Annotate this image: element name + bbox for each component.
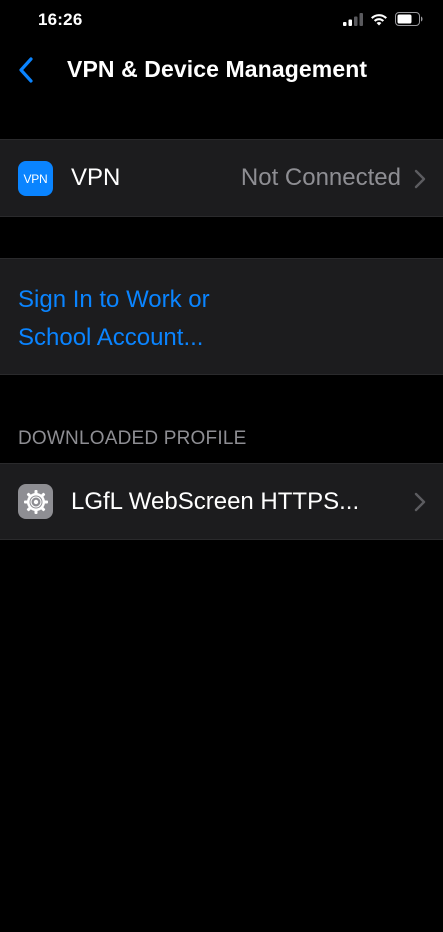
- sign-in-work-school-account-button[interactable]: Sign In to Work or School Account...: [0, 258, 443, 375]
- profile-row[interactable]: LGfL WebScreen HTTPS...: [0, 463, 443, 540]
- wifi-icon: [370, 13, 388, 31]
- profile-label: LGfL WebScreen HTTPS...: [71, 488, 360, 515]
- page-title: VPN & Device Management: [67, 56, 368, 82]
- battery-icon: [395, 12, 423, 31]
- back-button[interactable]: [6, 50, 46, 94]
- vpn-label: VPN: [71, 164, 121, 191]
- sign-in-line-1: Sign In to Work or: [18, 286, 210, 313]
- vpn-icon: VPN: [18, 161, 53, 196]
- vpn-row[interactable]: VPN VPN Not Connected: [0, 139, 443, 217]
- downloaded-profile-header: DOWNLOADED PROFILE: [18, 428, 247, 449]
- chevron-left-icon: [18, 56, 34, 89]
- gear-icon: [18, 484, 53, 519]
- cellular-signal-icon: [343, 12, 363, 31]
- status-icons: [343, 12, 423, 31]
- vpn-status-value: Not Connected: [240, 164, 401, 191]
- chevron-right-icon: [414, 169, 426, 189]
- sign-in-link[interactable]: Sign In to Work or School Account...: [18, 281, 278, 357]
- sign-in-line-2: School Account...: [18, 324, 204, 351]
- status-time: 16:26: [38, 10, 83, 29]
- chevron-right-icon: [414, 492, 426, 512]
- navigation-bar: VPN & Device Management: [0, 44, 443, 98]
- status-bar: 16:26: [0, 0, 443, 44]
